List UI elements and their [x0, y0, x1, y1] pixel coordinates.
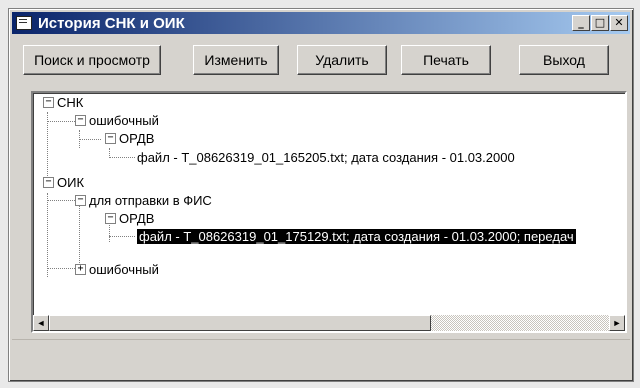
- tree-node-snk-file[interactable]: файл - T_08626319_01_165205.txt; дата со…: [137, 148, 515, 166]
- print-button[interactable]: Печать: [401, 45, 491, 75]
- collapse-icon[interactable]: −: [75, 195, 86, 206]
- title-bar[interactable]: История СНК и ОИК _ □ ✕: [12, 12, 630, 34]
- delete-button[interactable]: Удалить: [297, 45, 387, 75]
- toolbar: Поиск и просмотр Изменить Удалить Печать…: [23, 45, 619, 75]
- tree-node-snk[interactable]: СНК: [57, 93, 83, 111]
- collapse-icon[interactable]: −: [105, 133, 116, 144]
- scroll-track[interactable]: [431, 315, 609, 331]
- tree-node-oik[interactable]: ОИК: [57, 173, 84, 191]
- tree-node-label: ошибочный: [89, 112, 159, 128]
- tree-node-snk-erroneous[interactable]: ошибочный: [89, 111, 159, 129]
- tree-node-label: ОРДВ: [119, 130, 155, 146]
- tree-node-snk-ordv[interactable]: ОРДВ: [119, 129, 154, 147]
- status-area: [12, 339, 630, 378]
- caption-buttons: _ □ ✕: [572, 15, 628, 31]
- tree-node-label: ОИК: [57, 174, 85, 190]
- collapse-icon[interactable]: −: [105, 213, 116, 224]
- maximize-button[interactable]: □: [591, 15, 609, 31]
- scroll-right-arrow-icon[interactable]: ►: [609, 315, 625, 331]
- tree-node-label: для отправки в ФИС: [89, 192, 212, 208]
- horizontal-scrollbar[interactable]: ◄ ►: [33, 315, 625, 331]
- tree-node-oik-file[interactable]: файл - T_08626319_01_175129.txt; дата со…: [137, 227, 576, 245]
- main-window: История СНК и ОИК _ □ ✕ Поиск и просмотр…: [8, 8, 634, 382]
- search-view-button[interactable]: Поиск и просмотр: [23, 45, 161, 75]
- file-label: файл - T_08626319_01_165205.txt; дата со…: [137, 149, 515, 165]
- collapse-icon[interactable]: −: [43, 177, 54, 188]
- collapse-icon[interactable]: −: [43, 97, 54, 108]
- tree-node-label: ошибочный: [89, 261, 159, 277]
- scroll-thumb[interactable]: [49, 315, 431, 331]
- close-button[interactable]: ✕: [610, 15, 628, 31]
- exit-button[interactable]: Выход: [519, 45, 609, 75]
- tree-node-label: СНК: [57, 94, 84, 110]
- tree-node-oik-for-fis[interactable]: для отправки в ФИС: [89, 191, 212, 209]
- tree-node-oik-ordv[interactable]: ОРДВ: [119, 209, 154, 227]
- tree-node-oik-erroneous[interactable]: ошибочный: [89, 260, 159, 278]
- file-label-selected: файл - T_08626319_01_175129.txt; дата со…: [137, 228, 576, 244]
- scroll-left-arrow-icon[interactable]: ◄: [33, 315, 49, 331]
- expand-icon[interactable]: +: [75, 264, 86, 275]
- tree-node-label: ОРДВ: [119, 210, 155, 226]
- history-tree[interactable]: − СНК − ошибочный − ОРДВ файл - T_086263…: [31, 91, 627, 333]
- window-title: История СНК и ОИК: [38, 14, 185, 32]
- collapse-icon[interactable]: −: [75, 115, 86, 126]
- minimize-button[interactable]: _: [572, 15, 590, 31]
- edit-button[interactable]: Изменить: [193, 45, 279, 75]
- app-icon: [16, 16, 32, 30]
